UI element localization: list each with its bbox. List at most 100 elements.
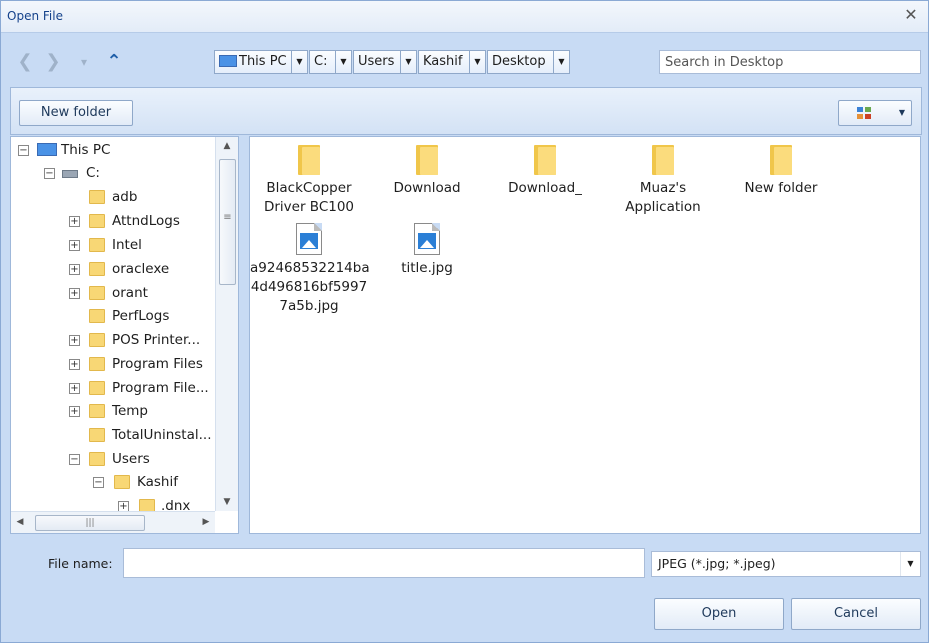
file-name: Muaz's Application [625, 180, 701, 215]
chevron-down-icon[interactable]: ▼ [291, 51, 307, 73]
chevron-down-icon: ▼ [898, 108, 905, 117]
expand-icon[interactable]: + [69, 288, 80, 299]
collapse-icon[interactable]: − [69, 454, 80, 465]
expand-icon[interactable]: + [69, 216, 80, 227]
folder-icon [89, 309, 105, 323]
collapse-icon[interactable]: − [44, 168, 55, 179]
scroll-thumb[interactable]: ≡ [219, 159, 236, 285]
file-item-image[interactable]: title.jpg [368, 219, 486, 278]
window-title: Open File [7, 9, 63, 23]
collapse-icon[interactable]: − [18, 145, 29, 156]
forward-arrow-icon[interactable]: ❯ [44, 51, 62, 73]
tree-item-label: orant [112, 285, 148, 301]
file-item-folder[interactable]: Download_ [486, 137, 604, 198]
file-name: Download_ [508, 180, 582, 196]
tree-item-label: AttndLogs [112, 213, 180, 229]
tree-item-label: C: [86, 165, 100, 181]
file-name: a92468532214ba 4d496816bf5997 7a5b.jpg [250, 260, 370, 314]
expand-icon[interactable]: + [69, 264, 80, 275]
chevron-down-icon[interactable]: ▼ [400, 51, 416, 73]
this-pc-icon [219, 55, 237, 67]
file-item-folder[interactable]: Muaz's Application [604, 137, 722, 217]
tree-item-label: Users [112, 451, 150, 467]
cancel-button[interactable]: Cancel [791, 598, 921, 630]
folder-icon [89, 357, 105, 371]
file-name: title.jpg [401, 260, 453, 276]
breadcrumb-this-pc[interactable]: This PC ▼ [214, 50, 308, 74]
file-name-label: File name: [48, 556, 113, 571]
chevron-down-icon[interactable]: ▼ [469, 51, 485, 73]
tree-item-label: TotalUninstal... [112, 427, 212, 443]
breadcrumb-c-drive[interactable]: C: ▼ [309, 50, 352, 74]
file-item-folder[interactable]: New folder [722, 137, 840, 198]
tree-item-label: Temp [112, 403, 148, 419]
open-file-dialog: Open File ✕ ❮ ❯ ▾ ⌃ This PC ▼ C: ▼ Users… [0, 0, 929, 643]
collapse-icon[interactable]: − [93, 477, 104, 488]
folder-icon [89, 404, 105, 418]
file-item-image[interactable]: a92468532214ba 4d496816bf5997 7a5b.jpg [250, 219, 370, 316]
folder-icon [89, 428, 105, 442]
scroll-right-icon[interactable]: ▶ [197, 513, 215, 531]
file-name: Download [393, 180, 461, 196]
chevron-down-icon[interactable]: ▼ [335, 51, 351, 73]
folder-icon [770, 145, 792, 175]
tree-vertical-scrollbar[interactable]: ▲ ≡ ▼ [215, 137, 238, 511]
expand-icon[interactable]: + [69, 406, 80, 417]
grip-icon: ≡ [223, 212, 232, 223]
folder-icon [89, 214, 105, 228]
folder-icon [89, 381, 105, 395]
folder-icon [114, 475, 130, 489]
back-arrow-icon[interactable]: ❮ [16, 51, 34, 73]
file-name: New folder [744, 180, 818, 196]
view-options-button[interactable]: ▼ [838, 100, 912, 126]
scroll-left-icon[interactable]: ◀ [11, 513, 29, 531]
recent-locations-icon[interactable]: ▾ [75, 51, 93, 73]
file-item-folder[interactable]: BlackCopper Driver BC100 [250, 137, 368, 217]
scroll-down-icon[interactable]: ▼ [216, 493, 238, 511]
folder-icon [89, 333, 105, 347]
breadcrumb-label: Kashif [423, 54, 463, 69]
chevron-down-icon: ▼ [900, 552, 920, 576]
view-options-icon [857, 107, 873, 121]
breadcrumb-label: Users [358, 54, 395, 69]
folder-icon [89, 238, 105, 252]
tree-item-label: oraclexe [112, 261, 170, 277]
breadcrumb-desktop[interactable]: Desktop ▼ [487, 50, 570, 74]
folder-icon [89, 262, 105, 276]
title-bar: Open File ✕ [1, 1, 928, 33]
breadcrumb-label: Desktop [492, 54, 546, 69]
file-name: BlackCopper Driver BC100 [263, 180, 355, 215]
open-button[interactable]: Open [654, 598, 784, 630]
this-pc-icon [37, 143, 57, 156]
search-input[interactable] [659, 50, 921, 74]
up-arrow-icon[interactable]: ⌃ [105, 51, 123, 73]
expand-icon[interactable]: + [69, 359, 80, 370]
breadcrumb-users[interactable]: Users ▼ [353, 50, 417, 74]
tree-item-label: PerfLogs [112, 308, 170, 324]
scroll-thumb[interactable]: ||| [35, 515, 145, 531]
close-icon[interactable]: ✕ [902, 6, 920, 24]
chevron-down-icon[interactable]: ▼ [553, 51, 569, 73]
toolbar: New folder ▼ [10, 87, 922, 135]
expand-icon[interactable]: + [69, 240, 80, 251]
breadcrumb-label: This PC [239, 54, 287, 69]
new-folder-button[interactable]: New folder [19, 100, 133, 126]
grip-icon: ||| [85, 518, 95, 528]
file-type-select[interactable]: JPEG (*.jpg; *.jpeg) ▼ [651, 551, 921, 577]
tree-horizontal-scrollbar[interactable]: ◀ ||| ▶ [11, 511, 215, 533]
file-name-field[interactable] [123, 548, 645, 578]
folder-icon [298, 145, 320, 175]
image-file-icon [296, 223, 322, 255]
expand-icon[interactable]: + [69, 335, 80, 346]
folder-icon [416, 145, 438, 175]
tree-item-label: Program File... [112, 380, 209, 396]
file-item-folder[interactable]: Download [368, 137, 486, 198]
tree-item-label: Program Files [112, 356, 203, 372]
tree-item-label: POS Printer... [112, 332, 201, 348]
breadcrumb-kashif[interactable]: Kashif ▼ [418, 50, 486, 74]
scroll-up-icon[interactable]: ▲ [216, 137, 238, 155]
tree-item-label: adb [112, 189, 138, 205]
tree-item-label: This PC [61, 142, 111, 158]
expand-icon[interactable]: + [69, 383, 80, 394]
folder-icon [652, 145, 674, 175]
